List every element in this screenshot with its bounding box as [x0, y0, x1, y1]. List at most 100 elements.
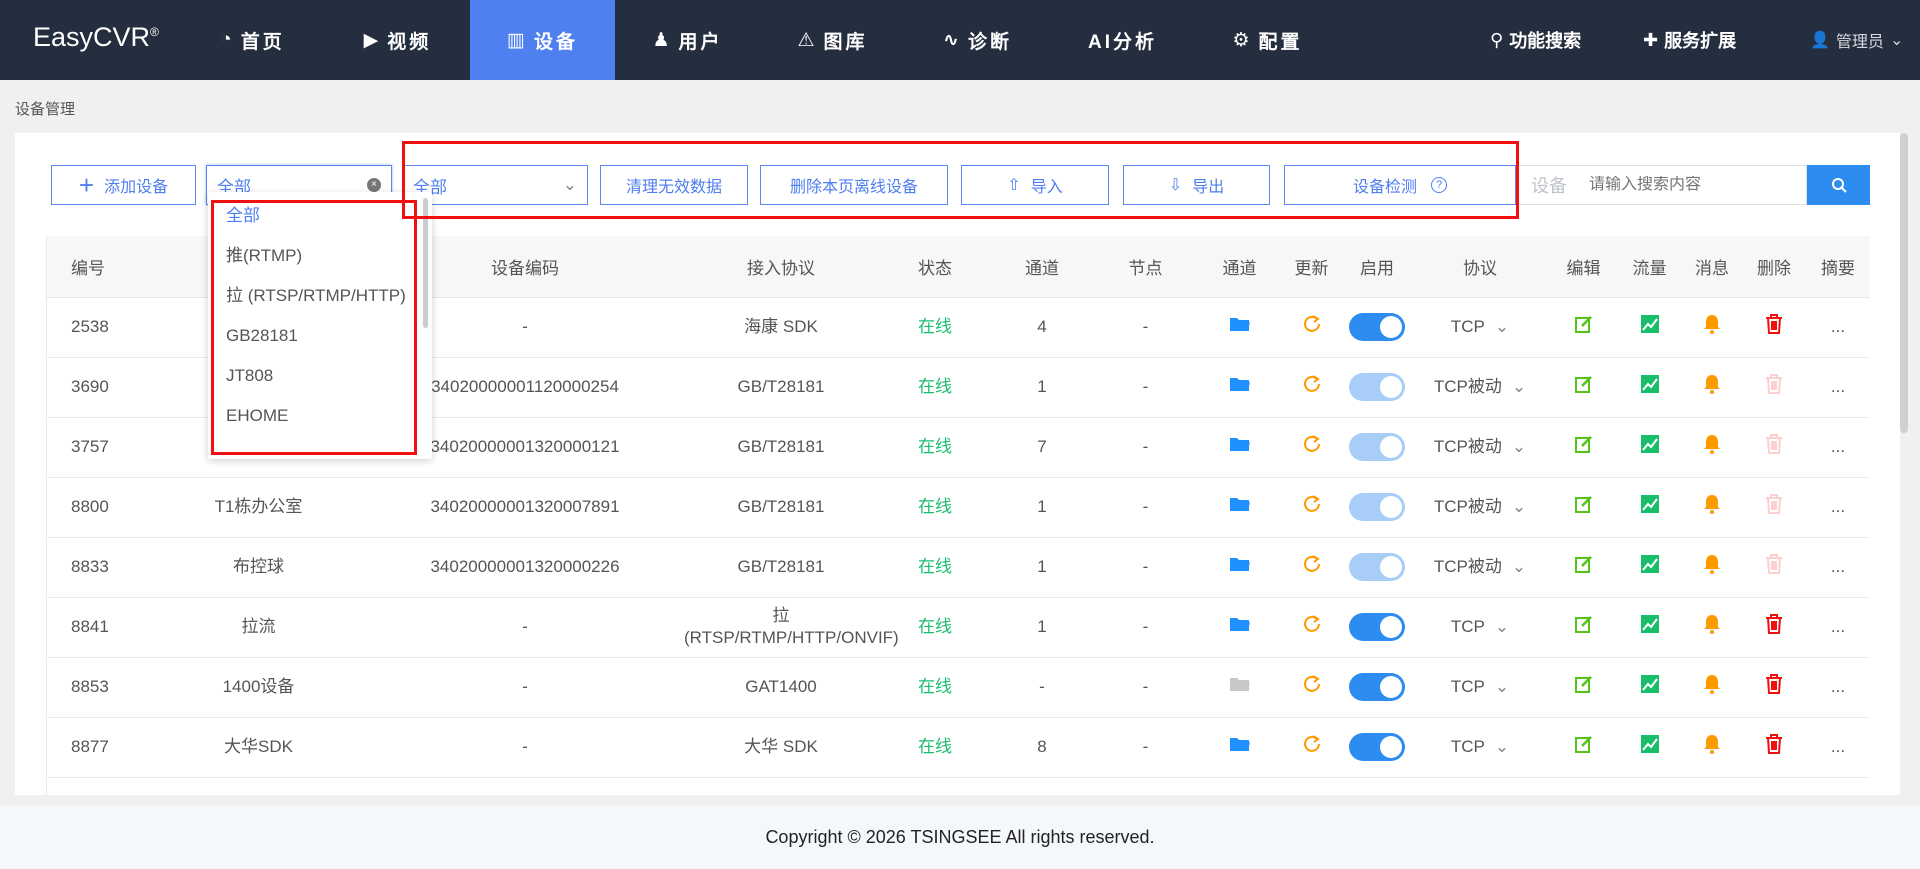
folder-icon[interactable] — [1229, 438, 1251, 457]
refresh-icon[interactable] — [1302, 555, 1322, 578]
edit-cell — [1549, 717, 1618, 778]
traffic-chart-icon[interactable] — [1640, 315, 1659, 337]
protocol-select[interactable]: TCP被动 ⌄ — [1434, 496, 1526, 518]
summary-more[interactable]: ... — [1831, 317, 1845, 336]
folder-icon[interactable] — [1229, 378, 1251, 397]
refresh-cell — [1280, 657, 1343, 718]
channels-text: 4 — [1037, 317, 1047, 336]
trash-icon[interactable] — [1765, 614, 1783, 638]
id-cell: 3690 — [47, 357, 151, 418]
channels-cell: 8 — [992, 717, 1092, 778]
bell-icon[interactable] — [1703, 315, 1721, 338]
traffic-chart-icon[interactable] — [1640, 615, 1659, 637]
refresh-icon[interactable] — [1302, 495, 1322, 518]
folder-icon[interactable] — [1229, 318, 1251, 337]
access-cell: 拉 (RTSP/RTMP/HTTP/ONVIF) — [684, 597, 899, 658]
bell-icon[interactable] — [1703, 435, 1721, 458]
summary-more[interactable]: ... — [1831, 557, 1845, 576]
edit-icon[interactable] — [1574, 496, 1594, 518]
enable-toggle[interactable] — [1349, 493, 1405, 521]
user-menu[interactable]: 👤 管理员 ⌄ — [1810, 0, 1903, 80]
nav-item-0[interactable]: ◔ 首页 — [180, 0, 325, 80]
message-cell — [1681, 297, 1743, 358]
enable-toggle[interactable] — [1349, 673, 1405, 701]
traffic-chart-icon[interactable] — [1640, 735, 1659, 757]
puzzle-icon: ✚ — [1643, 29, 1659, 50]
clear-icon[interactable]: × — [367, 178, 381, 192]
enable-cell — [1343, 357, 1411, 418]
edit-icon[interactable] — [1574, 436, 1594, 458]
nav-item-5[interactable]: ∿ 诊断 — [905, 0, 1050, 80]
edit-icon[interactable] — [1574, 556, 1594, 578]
trash-icon[interactable] — [1765, 314, 1783, 338]
summary-more[interactable]: ... — [1831, 617, 1845, 636]
traffic-cell — [1618, 597, 1681, 658]
summary-more[interactable]: ... — [1831, 497, 1845, 516]
refresh-icon[interactable] — [1302, 675, 1322, 698]
protocol-select[interactable]: TCP被动 ⌄ — [1434, 436, 1526, 458]
add-device-button[interactable]: + 添加设备 — [51, 165, 196, 205]
protocol-select[interactable]: TCP被动 ⌄ — [1434, 556, 1526, 578]
edit-icon[interactable] — [1574, 736, 1594, 758]
folder-icon[interactable] — [1229, 678, 1251, 697]
protocol-select[interactable]: TCP ⌄ — [1451, 736, 1509, 758]
edit-icon[interactable] — [1574, 376, 1594, 398]
refresh-icon[interactable] — [1302, 735, 1322, 758]
traffic-chart-icon[interactable] — [1640, 375, 1659, 397]
scrollbar[interactable] — [1900, 133, 1908, 433]
bell-icon[interactable] — [1703, 675, 1721, 698]
status-cell: 在线 — [878, 417, 992, 478]
enable-toggle[interactable] — [1349, 313, 1405, 341]
folder-icon[interactable] — [1229, 558, 1251, 577]
enable-toggle[interactable] — [1349, 433, 1405, 461]
summary-more[interactable]: ... — [1831, 377, 1845, 396]
traffic-chart-icon[interactable] — [1640, 555, 1659, 577]
summary-more[interactable]: ... — [1831, 677, 1845, 696]
folder-icon[interactable] — [1229, 738, 1251, 757]
channels-text: - — [1039, 677, 1045, 696]
refresh-icon[interactable] — [1302, 315, 1322, 338]
edit-icon[interactable] — [1574, 676, 1594, 698]
refresh-icon[interactable] — [1302, 375, 1322, 398]
nav-item-6[interactable]: AI分析 — [1050, 0, 1195, 80]
summary-more[interactable]: ... — [1831, 437, 1845, 456]
nav-item-3[interactable]: ♟ 用户 — [615, 0, 760, 80]
traffic-chart-icon[interactable] — [1640, 675, 1659, 697]
bell-icon[interactable] — [1703, 495, 1721, 518]
enable-toggle[interactable] — [1349, 373, 1405, 401]
delete-cell — [1743, 597, 1805, 658]
enable-toggle[interactable] — [1349, 553, 1405, 581]
edit-icon[interactable] — [1574, 616, 1594, 638]
traffic-chart-icon[interactable] — [1640, 495, 1659, 517]
trash-icon[interactable] — [1765, 734, 1783, 758]
nav-item-4[interactable]: ⚠ 图库 — [760, 0, 905, 80]
enable-toggle[interactable] — [1349, 613, 1405, 641]
nav-item-2[interactable]: ▥ 设备 — [470, 0, 615, 80]
summary-more[interactable]: ... — [1831, 737, 1845, 756]
nav-item-7[interactable]: ⚙ 配置 — [1195, 0, 1340, 80]
nav-item-1[interactable]: ▶ 视频 — [325, 0, 470, 80]
logo[interactable]: EasyCVR® — [33, 22, 159, 53]
folder-icon[interactable] — [1229, 618, 1251, 637]
protocol-select[interactable]: TCP ⌄ — [1451, 316, 1509, 338]
enable-toggle[interactable] — [1349, 733, 1405, 761]
search-input[interactable] — [1589, 176, 1789, 194]
folder-icon[interactable] — [1229, 498, 1251, 517]
empty-cell — [1280, 777, 1343, 795]
bell-icon[interactable] — [1703, 735, 1721, 758]
bell-icon[interactable] — [1703, 375, 1721, 398]
edit-icon[interactable] — [1574, 316, 1594, 338]
traffic-chart-icon[interactable] — [1640, 435, 1659, 457]
protocol-select[interactable]: TCP ⌄ — [1451, 676, 1509, 698]
service-extend-button[interactable]: ✚ 服务扩展 — [1643, 0, 1736, 80]
refresh-icon[interactable] — [1302, 435, 1322, 458]
protocol-select[interactable]: TCP被动 ⌄ — [1434, 376, 1526, 398]
bell-icon[interactable] — [1703, 555, 1721, 578]
user-avatar-icon: 👤 — [1810, 32, 1830, 49]
bell-icon[interactable] — [1703, 615, 1721, 638]
refresh-icon[interactable] — [1302, 615, 1322, 638]
trash-icon[interactable] — [1765, 674, 1783, 698]
search-button[interactable] — [1807, 165, 1870, 205]
protocol-select[interactable]: TCP ⌄ — [1451, 616, 1509, 638]
feature-search-button[interactable]: ⚲ 功能搜索 — [1490, 0, 1581, 80]
